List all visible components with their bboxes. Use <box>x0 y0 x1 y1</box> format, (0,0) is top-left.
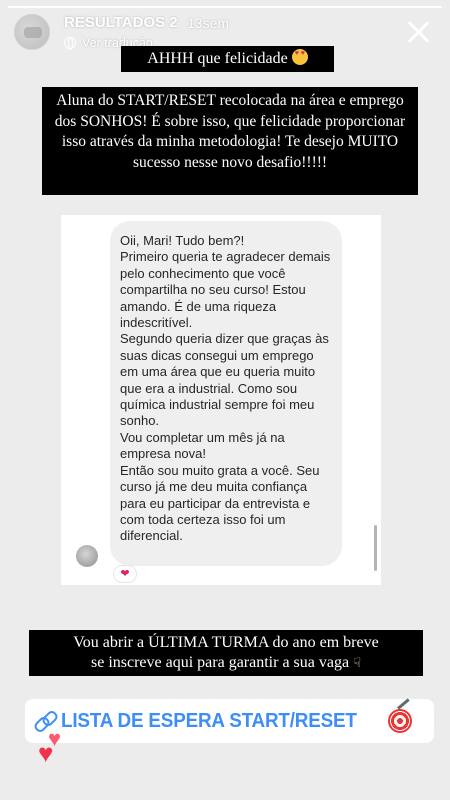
message-paragraph: Segundo queria dizer que graças às suas … <box>120 331 329 429</box>
caption-top: AHHH que felicidade <box>121 46 334 72</box>
close-icon[interactable] <box>404 18 432 46</box>
target-icon <box>388 709 412 733</box>
story-progress-bar <box>8 6 442 8</box>
message-scrollbar <box>374 525 377 571</box>
heart-reaction-icon: ❤ <box>113 565 137 583</box>
pointing-down-icon: ☟ <box>353 655 361 670</box>
message-paragraph: Então sou muito grata a você. Seu curso … <box>120 462 320 544</box>
heart-eyes-emoji-icon <box>291 49 308 65</box>
hearts-icon: ♥ ♥ <box>38 726 62 768</box>
story-progress-fill <box>8 6 442 8</box>
message-screenshot: Oii, Mari! Tudo bem?! Primeiro queria te… <box>61 215 381 585</box>
message-bubble: Oii, Mari! Tudo bem?! Primeiro queria te… <box>110 221 342 566</box>
caption-top-text: AHHH que felicidade <box>147 50 288 67</box>
caption-bottom-line2: se inscreve aqui para garantir a sua vag… <box>90 654 350 671</box>
caption-middle: Aluna do START/RESET recolocada na área … <box>42 87 418 195</box>
sender-avatar <box>76 545 98 567</box>
profile-avatar[interactable] <box>14 14 50 50</box>
link-sticker-label: LISTA DE ESPERA START/RESET <box>61 709 357 732</box>
message-paragraph: Oii, Mari! Tudo bem?! <box>120 233 245 248</box>
story-timestamp: 13sem <box>187 15 230 31</box>
account-name[interactable]: RESULTADOS 2 <box>64 14 178 31</box>
globe-icon <box>64 37 76 50</box>
message-paragraph: Vou completar um mês já na empresa nova! <box>120 429 285 462</box>
caption-bottom: Vou abrir a ÚLTIMA TURMA do ano em breve… <box>29 630 423 676</box>
caption-bottom-line1: Vou abrir a ÚLTIMA TURMA do ano em breve <box>73 634 379 651</box>
message-paragraph: Primeiro queria te agradecer demais pelo… <box>120 249 331 331</box>
waitlist-link-sticker[interactable]: LISTA DE ESPERA START/RESET <box>25 699 434 743</box>
